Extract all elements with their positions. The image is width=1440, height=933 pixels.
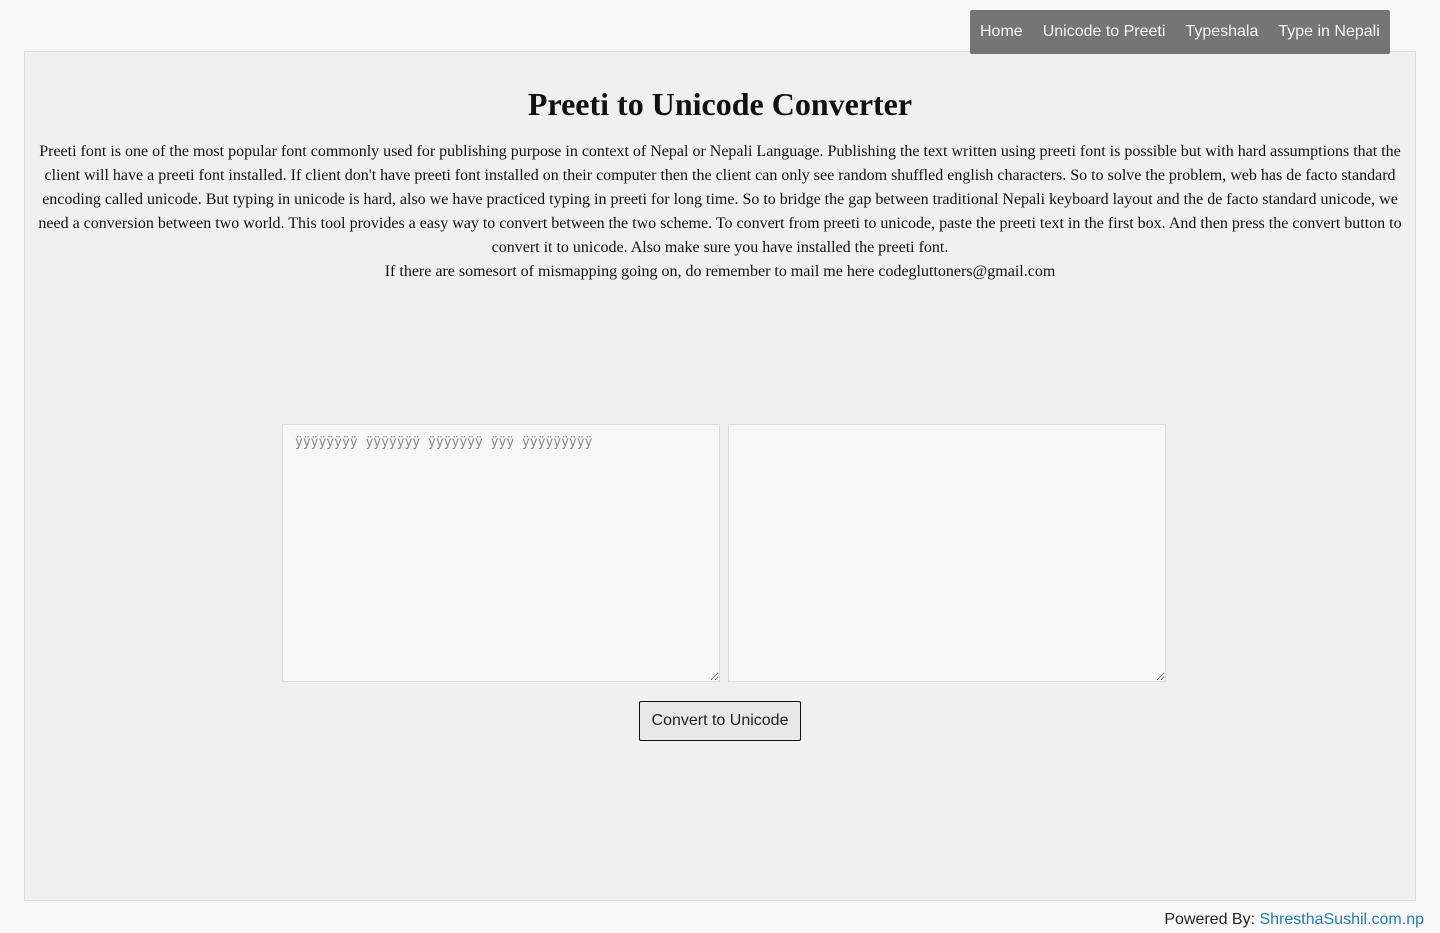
powered-by-label: Powered By: bbox=[1164, 911, 1260, 928]
contact-text: If there are somesort of mismapping goin… bbox=[384, 263, 1056, 280]
powered-by-link[interactable]: ShresthaSushil.com.np bbox=[1259, 911, 1424, 928]
top-nav: Home Unicode to Preeti Typeshala Type in… bbox=[970, 10, 1390, 54]
preeti-input[interactable] bbox=[282, 424, 720, 682]
footer: Powered By: ShresthaSushil.com.np bbox=[1164, 909, 1424, 931]
page-title: Preeti to Unicode Converter bbox=[527, 86, 913, 122]
nav-unicode-to-preeti-link[interactable]: Unicode to Preeti bbox=[1033, 10, 1176, 54]
main-content: Preeti to Unicode Converter Preeti font … bbox=[24, 51, 1416, 901]
description-text: Preeti font is one of the most popular f… bbox=[38, 143, 1402, 256]
convert-to-unicode-button[interactable]: Convert to Unicode bbox=[639, 701, 801, 741]
nav-type-in-nepali-link[interactable]: Type in Nepali bbox=[1268, 10, 1389, 54]
nav-typeshala-link[interactable]: Typeshala bbox=[1175, 10, 1268, 54]
unicode-output[interactable] bbox=[728, 424, 1166, 682]
nav-home-link[interactable]: Home bbox=[970, 10, 1033, 54]
